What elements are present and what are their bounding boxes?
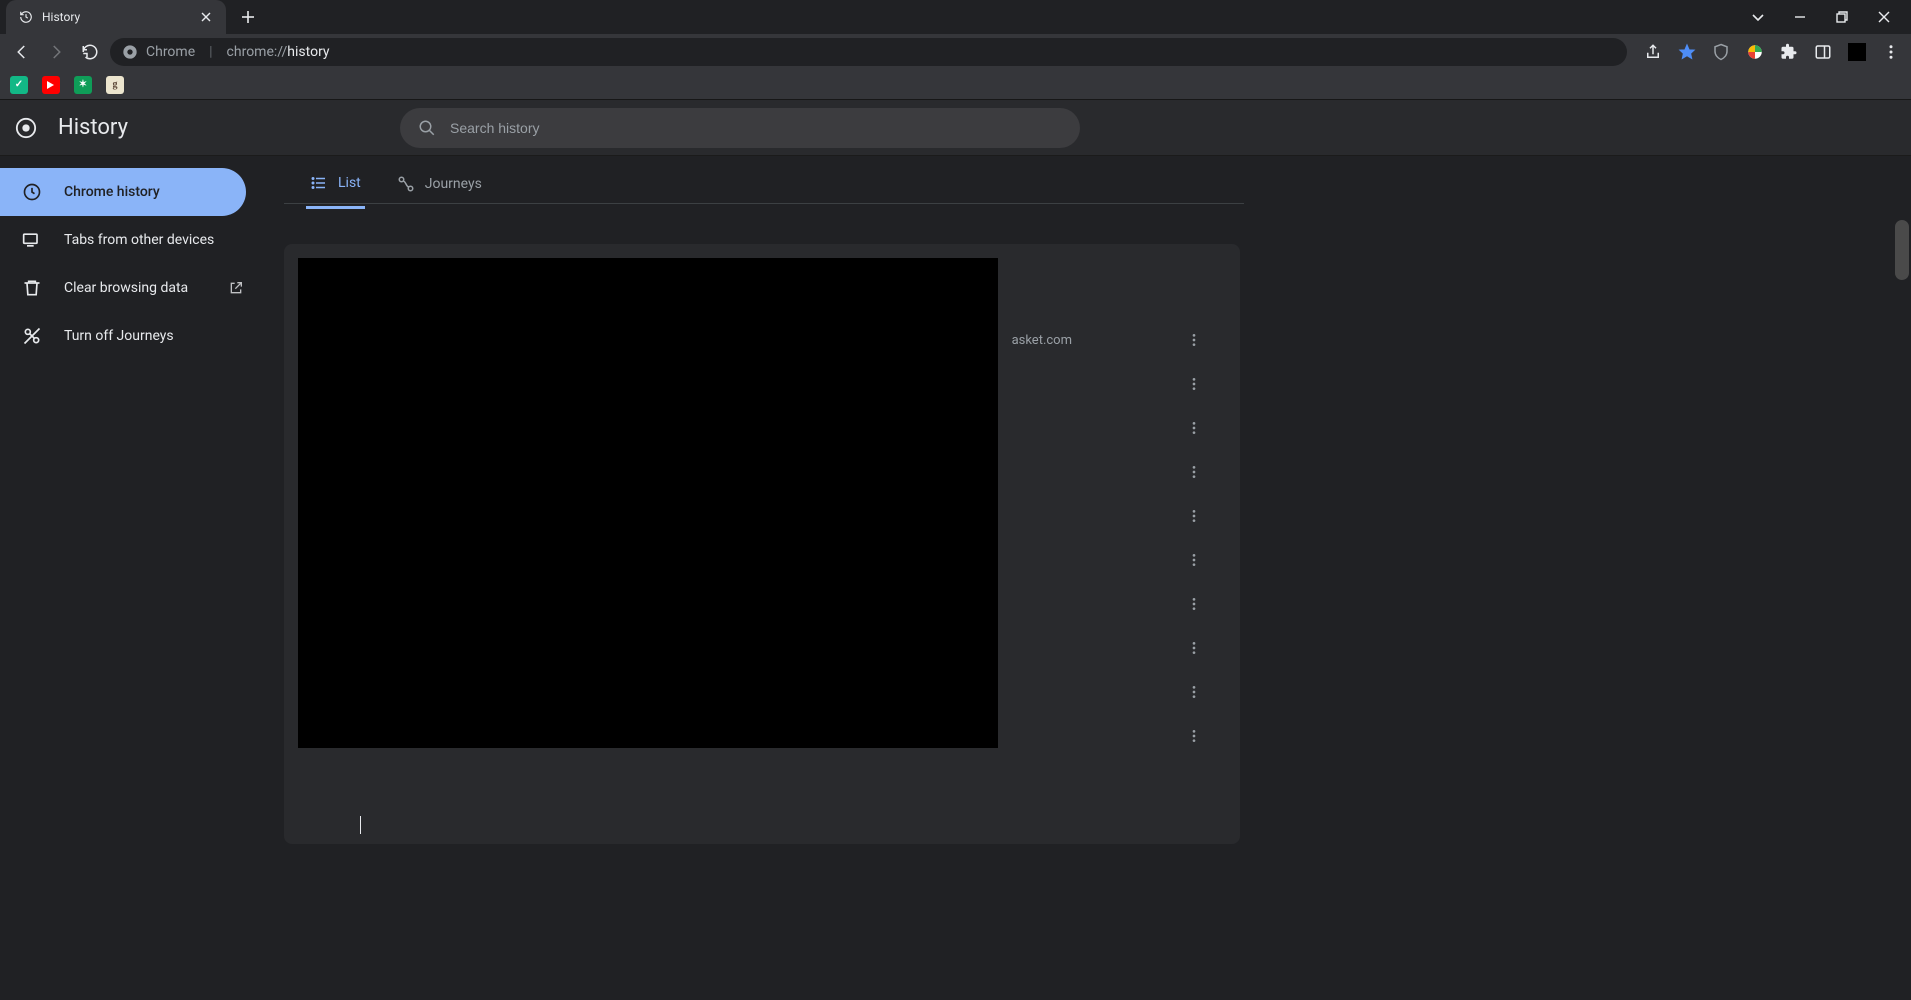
sidebar-item-label: Turn off Journeys	[64, 328, 174, 344]
history-icon	[18, 9, 34, 25]
row-menu-icon[interactable]	[1182, 548, 1206, 572]
extensions-puzzle-icon[interactable]	[1777, 40, 1801, 64]
list-icon	[310, 174, 328, 192]
row-menu-icon[interactable]	[1182, 416, 1206, 440]
tab-list-label: List	[338, 175, 361, 191]
bookmark-item-3[interactable]: ✶	[74, 76, 92, 94]
row-menu-icon[interactable]	[1182, 680, 1206, 704]
extension-shield-icon[interactable]	[1709, 40, 1733, 64]
devices-icon	[22, 230, 42, 250]
bookmarks-bar: ✓ ✶ g	[0, 70, 1911, 100]
omnibox-url-bright: history	[287, 44, 329, 60]
bookmark-item-2[interactable]	[42, 76, 60, 94]
profile-avatar[interactable]	[1845, 40, 1869, 64]
close-window-icon[interactable]	[1871, 4, 1897, 30]
page-body: Chrome history Tabs from other devices C…	[0, 156, 1911, 1000]
row-menu-icon[interactable]	[1182, 372, 1206, 396]
bookmark-star-icon[interactable]	[1675, 40, 1699, 64]
omnibox-prefix: Chrome	[146, 44, 195, 60]
extension-circle-icon[interactable]	[1743, 40, 1767, 64]
tab-journeys[interactable]: Journeys	[393, 167, 486, 207]
search-history-box[interactable]	[400, 108, 1080, 148]
content-area: List Journeys asket.com	[280, 156, 1911, 1000]
page-header: History	[0, 100, 1911, 156]
sidebar-item-label: Tabs from other devices	[64, 232, 214, 248]
forward-button[interactable]	[42, 38, 70, 66]
row-menu-icon[interactable]	[1182, 592, 1206, 616]
share-icon[interactable]	[1641, 40, 1665, 64]
browser-tab[interactable]: History	[6, 0, 226, 34]
view-tabs: List Journeys	[284, 156, 1244, 204]
sidebar-item-turn-off-journeys[interactable]: Turn off Journeys	[0, 312, 246, 360]
history-card: asket.com	[284, 244, 1240, 844]
page-title: History	[58, 115, 128, 140]
search-history-input[interactable]	[450, 120, 1062, 136]
chrome-menu-icon[interactable]	[1879, 40, 1903, 64]
tab-title: History	[42, 10, 198, 24]
trash-icon	[22, 278, 42, 298]
omnibox-separator: |	[203, 44, 218, 60]
nav-toolbar: Chrome | chrome://history	[0, 34, 1911, 70]
address-bar[interactable]: Chrome | chrome://history	[110, 38, 1627, 66]
reload-button[interactable]	[76, 38, 104, 66]
sidebar-item-clear-data[interactable]: Clear browsing data	[0, 264, 246, 312]
chrome-logo-icon	[14, 116, 38, 140]
sidebar: Chrome history Tabs from other devices C…	[0, 156, 280, 1000]
tab-journeys-label: Journeys	[425, 176, 482, 192]
tab-list[interactable]: List	[306, 166, 365, 209]
external-link-icon	[228, 280, 244, 296]
minimize-icon[interactable]	[1787, 4, 1813, 30]
window-controls	[1745, 0, 1911, 34]
sidebar-item-label: Clear browsing data	[64, 280, 188, 296]
search-icon	[418, 119, 436, 137]
titlebar: History	[0, 0, 1911, 34]
new-tab-button[interactable]	[234, 3, 262, 31]
row-menu-icon[interactable]	[1182, 460, 1206, 484]
close-tab-icon[interactable]	[198, 9, 214, 25]
redacted-overlay	[298, 258, 998, 748]
toolbar-actions	[1633, 40, 1903, 64]
sidepanel-icon[interactable]	[1811, 40, 1835, 64]
journeys-off-icon	[22, 326, 42, 346]
row-menu-icon[interactable]	[1182, 504, 1206, 528]
row-menu-icon[interactable]	[1182, 636, 1206, 660]
bookmark-item-4[interactable]: g	[106, 76, 124, 94]
omnibox-url-dim: chrome://	[227, 44, 288, 60]
sidebar-item-label: Chrome history	[64, 184, 160, 200]
text-caret	[360, 816, 361, 834]
bookmark-item-1[interactable]: ✓	[10, 76, 28, 94]
clock-icon	[22, 182, 42, 202]
site-info-icon[interactable]: Chrome	[122, 44, 195, 60]
scrollbar-thumb[interactable]	[1895, 220, 1909, 280]
maximize-icon[interactable]	[1829, 4, 1855, 30]
tab-search-icon[interactable]	[1745, 4, 1771, 30]
back-button[interactable]	[8, 38, 36, 66]
history-row-domain: asket.com	[1012, 333, 1072, 348]
row-menu-icon[interactable]	[1182, 328, 1206, 352]
sidebar-item-other-devices[interactable]: Tabs from other devices	[0, 216, 246, 264]
journeys-icon	[397, 175, 415, 193]
sidebar-item-chrome-history[interactable]: Chrome history	[0, 168, 246, 216]
row-menu-icon[interactable]	[1182, 724, 1206, 748]
